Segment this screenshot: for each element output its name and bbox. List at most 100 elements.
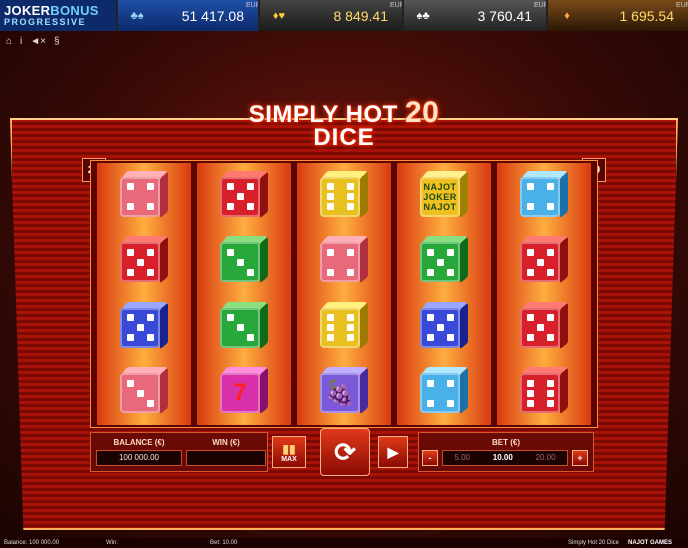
dice-side bbox=[360, 236, 368, 284]
jackpot-value: 51 417.08 bbox=[181, 7, 244, 24]
dice-side bbox=[560, 171, 568, 219]
spin-button[interactable]: ⟳ bbox=[320, 428, 370, 476]
pip bbox=[226, 183, 234, 191]
bet-selector[interactable]: 5.00 10.00 20.00 bbox=[442, 450, 568, 466]
max-bet-button[interactable]: ▮▮ MAX bbox=[272, 436, 306, 468]
dice-symbol bbox=[420, 301, 468, 352]
balance-label: BALANCE (€) bbox=[113, 438, 165, 447]
dice-symbol bbox=[220, 301, 268, 352]
currency-label: EUR bbox=[534, 2, 549, 9]
win-field bbox=[186, 450, 266, 466]
dice-pips bbox=[520, 308, 560, 348]
pip bbox=[236, 193, 244, 201]
bet-option[interactable]: 20.00 bbox=[536, 451, 556, 465]
dice-pips bbox=[120, 373, 160, 413]
dice-side bbox=[460, 171, 468, 219]
dice-symbol bbox=[420, 236, 468, 286]
dice-side bbox=[460, 302, 468, 350]
dice-symbol bbox=[520, 301, 568, 352]
joker-symbol: NAJOT JOKER NAJOT bbox=[420, 170, 468, 221]
pip bbox=[346, 193, 354, 201]
reel-1 bbox=[97, 163, 191, 425]
pip bbox=[326, 193, 334, 201]
dice-symbol bbox=[120, 367, 168, 417]
reel-3: 🍇 bbox=[297, 163, 391, 425]
pip bbox=[346, 324, 354, 332]
game-title: SIMPLY HOT 20 DICE bbox=[0, 96, 688, 152]
pip bbox=[546, 183, 554, 191]
dice-side bbox=[560, 367, 568, 415]
pip bbox=[146, 399, 154, 407]
pip bbox=[446, 379, 454, 387]
dice-glyph: 7 bbox=[233, 379, 247, 407]
pip bbox=[246, 203, 254, 211]
jackpot-level-3: ♠♣ 3 760.41 EUR bbox=[402, 0, 549, 31]
bet-option[interactable]: 5.00 bbox=[454, 451, 470, 465]
dice-side bbox=[360, 171, 368, 219]
pip bbox=[546, 399, 554, 407]
footer-bet: Bet: 10.00 bbox=[210, 540, 238, 546]
pip bbox=[326, 183, 334, 191]
dice-pips bbox=[420, 308, 460, 348]
joker-bonus-logo: JOKERBONUS PROGRESSIVE bbox=[0, 0, 116, 31]
pip bbox=[526, 203, 534, 211]
bet-increase-button[interactable]: + bbox=[572, 450, 588, 466]
pip bbox=[446, 334, 454, 342]
info-icon[interactable]: i bbox=[20, 36, 22, 47]
control-panel: BALANCE (€) 100 000.00 WIN (€) ▮▮ MAX ⟳ … bbox=[82, 428, 610, 478]
dice-symbol bbox=[520, 170, 568, 221]
pip bbox=[346, 203, 354, 211]
pip bbox=[326, 268, 334, 276]
pip bbox=[526, 334, 534, 342]
sound-icon[interactable]: ◄× bbox=[30, 36, 46, 47]
status-footer: Balance: 100 000.00 Win: Bet: 10.00 Simp… bbox=[0, 538, 688, 548]
dice-symbol bbox=[320, 301, 368, 352]
pip bbox=[436, 258, 444, 266]
pip bbox=[426, 379, 434, 387]
bet-decrease-button[interactable]: - bbox=[422, 450, 438, 466]
pip bbox=[236, 258, 244, 266]
pip bbox=[146, 268, 154, 276]
dice-pips bbox=[520, 242, 560, 282]
reel-4: NAJOT JOKER NAJOT bbox=[397, 163, 491, 425]
pip bbox=[526, 268, 534, 276]
dice-side bbox=[460, 367, 468, 415]
rules-icon[interactable]: § bbox=[54, 36, 60, 47]
pip bbox=[136, 324, 144, 332]
bet-option-selected[interactable]: 10.00 bbox=[493, 451, 513, 465]
jackpot-level-4: ♦ 1 695.54 EUR bbox=[546, 0, 688, 31]
pip bbox=[546, 314, 554, 322]
title-number: 20 bbox=[404, 96, 440, 129]
dice-side bbox=[160, 367, 168, 415]
pip bbox=[346, 314, 354, 322]
reel-5 bbox=[497, 163, 591, 425]
pip bbox=[326, 334, 334, 342]
home-icon[interactable]: ⌂ bbox=[6, 36, 12, 47]
autoplay-button[interactable]: ▶ bbox=[378, 436, 408, 468]
pip bbox=[326, 248, 334, 256]
dice-symbol bbox=[320, 170, 368, 221]
pip bbox=[346, 248, 354, 256]
win-label: WIN (€) bbox=[212, 438, 240, 447]
logo-word-progressive: PROGRESSIVE bbox=[4, 17, 87, 27]
pip bbox=[236, 324, 244, 332]
spin-icon: ⟳ bbox=[334, 436, 356, 467]
pip bbox=[546, 389, 554, 397]
najot-games-logo: NAJOT GAMES bbox=[628, 540, 673, 546]
dice-symbol bbox=[420, 367, 468, 417]
pip bbox=[346, 268, 354, 276]
dice-side bbox=[460, 236, 468, 284]
dice-symbol bbox=[220, 236, 268, 286]
special-dice-symbol: 7 bbox=[220, 367, 268, 417]
pip bbox=[146, 203, 154, 211]
footer-balance: Balance: 100 000.00 bbox=[4, 540, 60, 546]
pip bbox=[126, 334, 134, 342]
pip bbox=[426, 268, 434, 276]
autoplay-icon: ▶ bbox=[387, 443, 399, 460]
dice-pips bbox=[320, 177, 360, 217]
pip bbox=[446, 399, 454, 407]
pip bbox=[446, 314, 454, 322]
dice-side bbox=[360, 367, 368, 415]
max-label: MAX bbox=[281, 455, 297, 463]
dice-side bbox=[260, 302, 268, 350]
